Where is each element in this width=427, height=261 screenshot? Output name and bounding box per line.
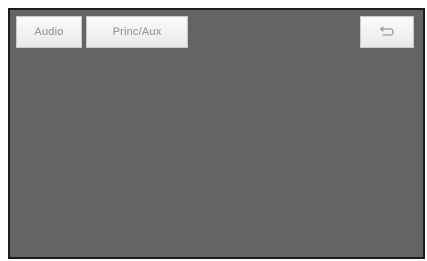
audio-button[interactable]: Audio (16, 16, 82, 48)
back-arrow-icon (379, 26, 395, 38)
source-button-label: Princ/Aux (112, 26, 162, 38)
audio-button-label: Audio (34, 26, 64, 38)
back-button[interactable] (360, 16, 414, 48)
display-screen: Audio Princ/Aux (8, 8, 425, 259)
source-princ-aux-button[interactable]: Princ/Aux (86, 16, 188, 48)
